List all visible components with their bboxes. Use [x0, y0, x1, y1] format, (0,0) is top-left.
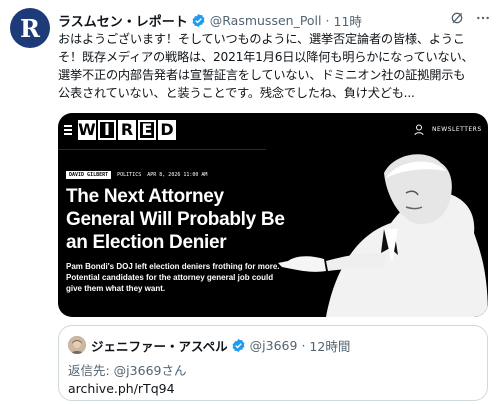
- quoted-handle[interactable]: @j3669: [250, 338, 298, 353]
- tweet-text-line: 公表されていない、と装うことです。残念でしたね、負け犬ども...: [58, 86, 415, 100]
- logo-letter: E: [138, 120, 156, 140]
- portrait-image: [266, 143, 488, 317]
- hamburger-icon: [64, 125, 72, 137]
- logo-letter: W: [78, 120, 96, 140]
- article-card[interactable]: W I R E D NEWSLETTERS DAVID GILBERT POLI…: [58, 113, 488, 317]
- date-label: APR 8, 2026 11:00 AM: [147, 172, 208, 178]
- section-label: POLITICS: [117, 172, 142, 178]
- grok-icon[interactable]: [449, 10, 465, 26]
- separator-dot: ·: [325, 12, 330, 28]
- tweet-header: ラスムセン・レポート @Rasmussen_Poll · 11時: [58, 10, 491, 30]
- avatar[interactable]: R: [10, 8, 50, 48]
- handle[interactable]: @Rasmussen_Poll: [210, 13, 322, 28]
- reply-to-line: 返信先: @j3669さん: [68, 363, 187, 378]
- logo-letter: D: [158, 120, 176, 140]
- display-name[interactable]: ラスムセン・レポート: [58, 11, 188, 30]
- tweet-text-line: そ！既存メディアの戦略は、2021年1月6日以降何も明らかになっていない、: [58, 50, 474, 64]
- article-byline: DAVID GILBERT POLITICS APR 8, 2026 11:00…: [66, 171, 207, 179]
- article-headline: The Next Attorney General Will Probably …: [66, 186, 285, 253]
- article-dek: Pam Bondi's DOJ left election deniers fr…: [66, 262, 280, 293]
- quoted-header: ジェニファー・アスペル @j3669 · 12時間: [91, 336, 350, 355]
- tweet-text: おはようございます！そしていつものように、選挙否定論者の皆様、ようこ そ！既存メ…: [58, 30, 488, 102]
- logo-letter: R: [118, 120, 136, 140]
- tweet-text-line: おはようございます！そしていつものように、選挙否定論者の皆様、ようこ: [58, 32, 465, 46]
- tweet-text-line: 選挙不正の内部告発者は宣誓証言をしていない、ドミニオン社の証拠開示も: [58, 68, 466, 82]
- separator-dot: ·: [301, 338, 306, 353]
- newsletters-label: NEWSLETTERS: [432, 126, 482, 133]
- quoted-link-text: archive.ph/rTq94: [68, 381, 175, 396]
- quoted-timestamp[interactable]: 12時間: [309, 336, 350, 355]
- header-actions: [449, 10, 491, 26]
- quoted-tweet[interactable]: ジェニファー・アスペル @j3669 · 12時間 返信先: @j3669さん …: [58, 325, 488, 401]
- verified-icon: [192, 13, 205, 27]
- more-icon[interactable]: [475, 10, 491, 26]
- wired-logo: W I R E D: [78, 120, 176, 140]
- timestamp[interactable]: 11時: [334, 11, 362, 30]
- verified-icon: [232, 338, 245, 353]
- logo-letter: I: [98, 120, 116, 140]
- author-tag: DAVID GILBERT: [66, 171, 112, 179]
- quoted-display-name[interactable]: ジェニファー・アスペル: [91, 336, 228, 355]
- user-icon: [414, 124, 424, 136]
- quoted-avatar[interactable]: [68, 336, 86, 354]
